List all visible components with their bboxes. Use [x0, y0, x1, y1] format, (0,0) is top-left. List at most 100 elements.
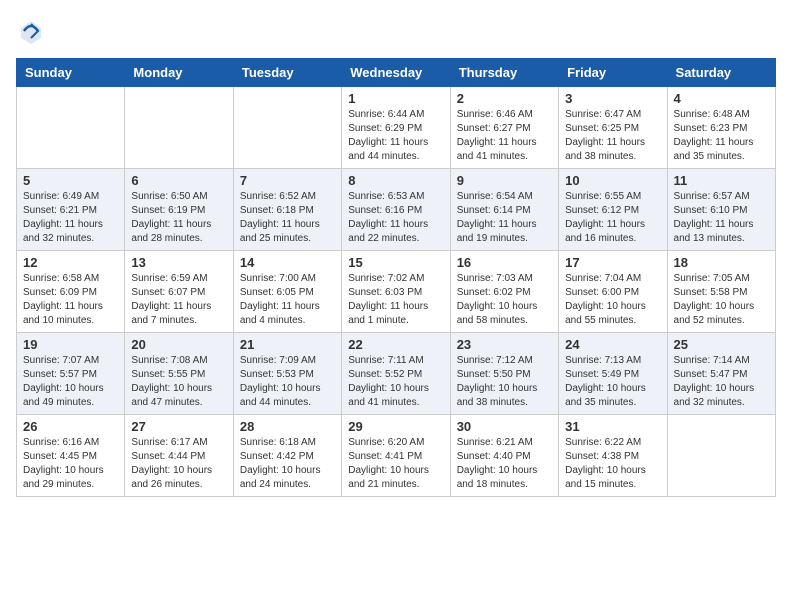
day-info: Sunrise: 6:53 AM Sunset: 6:16 PM Dayligh…	[348, 190, 443, 246]
day-number: 28	[240, 419, 335, 434]
calendar-week-row: 19 Sunrise: 7:07 AM Sunset: 5:57 PM Dayli…	[17, 333, 776, 415]
day-number: 4	[674, 91, 769, 106]
day-info: Sunrise: 6:58 AM Sunset: 6:09 PM Dayligh…	[23, 272, 118, 328]
day-of-week-header: Sunday	[17, 59, 125, 87]
day-number: 31	[565, 419, 660, 434]
calendar-day-cell: 9 Sunrise: 6:54 AM Sunset: 6:14 PM Daylig…	[450, 169, 558, 251]
day-info: Sunrise: 7:00 AM Sunset: 6:05 PM Dayligh…	[240, 272, 335, 328]
calendar-day-cell: 15 Sunrise: 7:02 AM Sunset: 6:03 PM Dayli…	[342, 251, 450, 333]
day-number: 9	[457, 173, 552, 188]
day-number: 5	[23, 173, 118, 188]
day-info: Sunrise: 7:03 AM Sunset: 6:02 PM Dayligh…	[457, 272, 552, 328]
day-info: Sunrise: 6:46 AM Sunset: 6:27 PM Dayligh…	[457, 108, 552, 164]
day-info: Sunrise: 6:44 AM Sunset: 6:29 PM Dayligh…	[348, 108, 443, 164]
calendar-day-cell	[17, 87, 125, 169]
day-info: Sunrise: 7:12 AM Sunset: 5:50 PM Dayligh…	[457, 354, 552, 410]
calendar-day-cell: 20 Sunrise: 7:08 AM Sunset: 5:55 PM Dayli…	[125, 333, 233, 415]
day-number: 15	[348, 255, 443, 270]
day-info: Sunrise: 6:16 AM Sunset: 4:45 PM Dayligh…	[23, 436, 118, 492]
page-header	[16, 16, 776, 46]
calendar-week-row: 1Sunrise: 6:44 AM Sunset: 6:29 PM Daylig…	[17, 87, 776, 169]
day-info: Sunrise: 6:54 AM Sunset: 6:14 PM Dayligh…	[457, 190, 552, 246]
day-info: Sunrise: 6:17 AM Sunset: 4:44 PM Dayligh…	[131, 436, 226, 492]
calendar-day-cell: 22 Sunrise: 7:11 AM Sunset: 5:52 PM Dayli…	[342, 333, 450, 415]
calendar-day-cell: 23 Sunrise: 7:12 AM Sunset: 5:50 PM Dayli…	[450, 333, 558, 415]
day-info: Sunrise: 6:21 AM Sunset: 4:40 PM Dayligh…	[457, 436, 552, 492]
calendar-header-row: SundayMondayTuesdayWednesdayThursdayFrid…	[17, 59, 776, 87]
calendar-table: SundayMondayTuesdayWednesdayThursdayFrid…	[16, 58, 776, 497]
calendar-day-cell	[125, 87, 233, 169]
day-number: 20	[131, 337, 226, 352]
calendar-day-cell	[233, 87, 341, 169]
calendar-day-cell: 3 Sunrise: 6:47 AM Sunset: 6:25 PM Daylig…	[559, 87, 667, 169]
day-number: 3	[565, 91, 660, 106]
day-number: 25	[674, 337, 769, 352]
calendar-day-cell: 27 Sunrise: 6:17 AM Sunset: 4:44 PM Dayli…	[125, 415, 233, 497]
day-info: Sunrise: 6:48 AM Sunset: 6:23 PM Dayligh…	[674, 108, 769, 164]
day-info: Sunrise: 7:07 AM Sunset: 5:57 PM Dayligh…	[23, 354, 118, 410]
day-number: 14	[240, 255, 335, 270]
day-info: Sunrise: 6:49 AM Sunset: 6:21 PM Dayligh…	[23, 190, 118, 246]
day-number: 21	[240, 337, 335, 352]
calendar-day-cell	[667, 415, 775, 497]
calendar-day-cell: 25 Sunrise: 7:14 AM Sunset: 5:47 PM Dayli…	[667, 333, 775, 415]
day-info: Sunrise: 7:09 AM Sunset: 5:53 PM Dayligh…	[240, 354, 335, 410]
day-number: 22	[348, 337, 443, 352]
calendar-day-cell: 19 Sunrise: 7:07 AM Sunset: 5:57 PM Dayli…	[17, 333, 125, 415]
calendar-day-cell: 10Sunrise: 6:55 AM Sunset: 6:12 PM Dayli…	[559, 169, 667, 251]
day-number: 27	[131, 419, 226, 434]
day-number: 23	[457, 337, 552, 352]
day-info: Sunrise: 6:57 AM Sunset: 6:10 PM Dayligh…	[674, 190, 769, 246]
day-number: 12	[23, 255, 118, 270]
day-number: 6	[131, 173, 226, 188]
day-info: Sunrise: 7:08 AM Sunset: 5:55 PM Dayligh…	[131, 354, 226, 410]
calendar-day-cell: 16 Sunrise: 7:03 AM Sunset: 6:02 PM Dayli…	[450, 251, 558, 333]
day-info: Sunrise: 6:52 AM Sunset: 6:18 PM Dayligh…	[240, 190, 335, 246]
day-number: 7	[240, 173, 335, 188]
day-number: 13	[131, 255, 226, 270]
day-number: 24	[565, 337, 660, 352]
calendar-day-cell: 28Sunrise: 6:18 AM Sunset: 4:42 PM Dayli…	[233, 415, 341, 497]
day-info: Sunrise: 6:55 AM Sunset: 6:12 PM Dayligh…	[565, 190, 660, 246]
calendar-day-cell: 26 Sunrise: 6:16 AM Sunset: 4:45 PM Dayli…	[17, 415, 125, 497]
day-info: Sunrise: 6:59 AM Sunset: 6:07 PM Dayligh…	[131, 272, 226, 328]
calendar-day-cell: 21 Sunrise: 7:09 AM Sunset: 5:53 PM Dayli…	[233, 333, 341, 415]
day-number: 2	[457, 91, 552, 106]
day-of-week-header: Friday	[559, 59, 667, 87]
calendar-day-cell: 5 Sunrise: 6:49 AM Sunset: 6:21 PM Daylig…	[17, 169, 125, 251]
calendar-day-cell: 1Sunrise: 6:44 AM Sunset: 6:29 PM Daylig…	[342, 87, 450, 169]
calendar-day-cell: 13 Sunrise: 6:59 AM Sunset: 6:07 PM Dayli…	[125, 251, 233, 333]
day-info: Sunrise: 7:04 AM Sunset: 6:00 PM Dayligh…	[565, 272, 660, 328]
calendar-day-cell: 11 Sunrise: 6:57 AM Sunset: 6:10 PM Dayli…	[667, 169, 775, 251]
day-info: Sunrise: 7:02 AM Sunset: 6:03 PM Dayligh…	[348, 272, 443, 328]
logo-icon	[16, 16, 46, 46]
day-info: Sunrise: 6:20 AM Sunset: 4:41 PM Dayligh…	[348, 436, 443, 492]
calendar-day-cell: 2 Sunrise: 6:46 AM Sunset: 6:27 PM Daylig…	[450, 87, 558, 169]
day-number: 30	[457, 419, 552, 434]
day-info: Sunrise: 7:11 AM Sunset: 5:52 PM Dayligh…	[348, 354, 443, 410]
day-info: Sunrise: 6:22 AM Sunset: 4:38 PM Dayligh…	[565, 436, 660, 492]
calendar-day-cell: 30 Sunrise: 6:21 AM Sunset: 4:40 PM Dayli…	[450, 415, 558, 497]
calendar-day-cell: 7 Sunrise: 6:52 AM Sunset: 6:18 PM Daylig…	[233, 169, 341, 251]
calendar-day-cell: 8Sunrise: 6:53 AM Sunset: 6:16 PM Daylig…	[342, 169, 450, 251]
calendar-week-row: 12 Sunrise: 6:58 AM Sunset: 6:09 PM Dayli…	[17, 251, 776, 333]
day-number: 19	[23, 337, 118, 352]
day-number: 11	[674, 173, 769, 188]
day-of-week-header: Wednesday	[342, 59, 450, 87]
day-info: Sunrise: 6:50 AM Sunset: 6:19 PM Dayligh…	[131, 190, 226, 246]
calendar-day-cell: 4 Sunrise: 6:48 AM Sunset: 6:23 PM Daylig…	[667, 87, 775, 169]
day-of-week-header: Thursday	[450, 59, 558, 87]
day-info: Sunrise: 7:05 AM Sunset: 5:58 PM Dayligh…	[674, 272, 769, 328]
day-number: 26	[23, 419, 118, 434]
calendar-day-cell: 18Sunrise: 7:05 AM Sunset: 5:58 PM Dayli…	[667, 251, 775, 333]
logo	[16, 16, 48, 46]
calendar-day-cell: 29Sunrise: 6:20 AM Sunset: 4:41 PM Dayli…	[342, 415, 450, 497]
day-number: 16	[457, 255, 552, 270]
day-of-week-header: Saturday	[667, 59, 775, 87]
calendar-week-row: 26 Sunrise: 6:16 AM Sunset: 4:45 PM Dayli…	[17, 415, 776, 497]
day-info: Sunrise: 7:14 AM Sunset: 5:47 PM Dayligh…	[674, 354, 769, 410]
calendar-day-cell: 24Sunrise: 7:13 AM Sunset: 5:49 PM Dayli…	[559, 333, 667, 415]
calendar-day-cell: 17Sunrise: 7:04 AM Sunset: 6:00 PM Dayli…	[559, 251, 667, 333]
calendar-week-row: 5 Sunrise: 6:49 AM Sunset: 6:21 PM Daylig…	[17, 169, 776, 251]
day-info: Sunrise: 6:47 AM Sunset: 6:25 PM Dayligh…	[565, 108, 660, 164]
